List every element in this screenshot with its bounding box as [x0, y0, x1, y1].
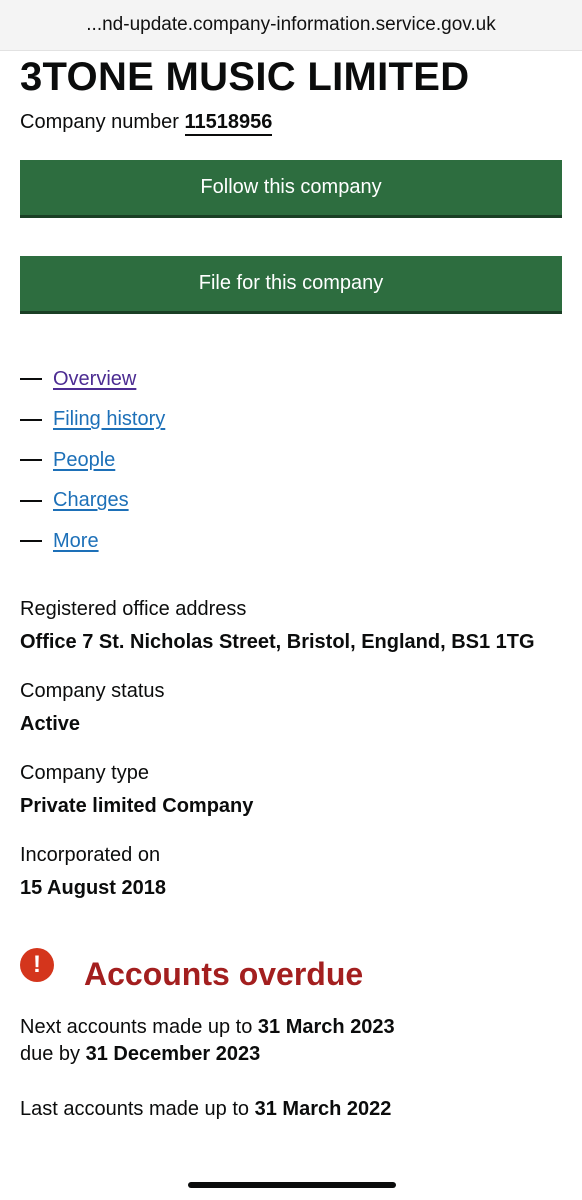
- nav-link-charges[interactable]: Charges: [53, 489, 129, 512]
- alert-title: Accounts overdue: [84, 955, 364, 992]
- company-nav: Overview Filing history People Charges M…: [20, 359, 562, 562]
- fact-value: Office 7 St. Nicholas Street, Bristol, E…: [20, 630, 535, 653]
- dash-icon: [20, 378, 42, 381]
- nav-link-filing-history[interactable]: Filing history: [53, 408, 165, 431]
- due-by-line: due by 31 December 2023: [20, 1041, 562, 1068]
- fact-company-status: Company status Active: [20, 678, 562, 737]
- url-text[interactable]: ...nd-update.company-information.service…: [86, 14, 495, 36]
- company-facts: Registered office address Office 7 St. N…: [20, 596, 562, 901]
- fact-label: Registered office address: [20, 597, 247, 620]
- dash-icon: [20, 459, 42, 462]
- nav-link-people[interactable]: People: [53, 449, 115, 472]
- last-accounts-date: 31 March 2022: [254, 1097, 392, 1120]
- file-for-company-button[interactable]: File for this company: [20, 256, 562, 311]
- nav-link-overview[interactable]: Overview: [53, 368, 136, 391]
- fact-registered-address: Registered office address Office 7 St. N…: [20, 596, 562, 655]
- fact-company-type: Company type Private limited Company: [20, 760, 562, 819]
- company-number-row: Company number 11518956: [20, 109, 562, 136]
- nav-item-more: More: [20, 521, 562, 562]
- dash-icon: [20, 499, 42, 502]
- company-number-label: Company number: [20, 111, 179, 133]
- last-accounts-line: Last accounts made up to 31 March 2022: [20, 1096, 562, 1123]
- browser-url-bar[interactable]: ...nd-update.company-information.service…: [0, 0, 582, 51]
- main-content: 3TONE MUSIC LIMITED Company number 11518…: [0, 55, 582, 1123]
- fact-value: Active: [20, 712, 81, 735]
- last-accounts-label: Last accounts made up to: [20, 1097, 250, 1120]
- accounts-overdue-alert: ! Accounts overdue: [20, 947, 562, 992]
- nav-item-filing-history: Filing history: [20, 400, 562, 441]
- nav-item-people: People: [20, 440, 562, 481]
- dash-icon: [20, 540, 42, 543]
- fact-label: Company status: [20, 679, 165, 702]
- follow-company-button[interactable]: Follow this company: [20, 160, 562, 215]
- due-by-label: due by: [20, 1042, 81, 1065]
- nav-item-charges: Charges: [20, 481, 562, 522]
- company-name: 3TONE MUSIC LIMITED: [20, 55, 470, 99]
- nav-item-overview: Overview: [20, 359, 562, 400]
- home-indicator[interactable]: [188, 1182, 396, 1188]
- warning-icon: !: [20, 947, 54, 982]
- next-accounts-date: 31 March 2023: [257, 1015, 395, 1038]
- fact-incorporated-on: Incorporated on 15 August 2018: [20, 842, 562, 901]
- fact-value: 15 August 2018: [20, 876, 166, 899]
- next-accounts-label: Next accounts made up to: [20, 1015, 253, 1038]
- fact-value: Private limited Company: [20, 794, 254, 817]
- dash-icon: [20, 418, 42, 421]
- next-accounts: Next accounts made up to 31 March 2023 d…: [20, 1014, 562, 1068]
- due-by-date: 31 December 2023: [85, 1042, 261, 1065]
- nav-link-more[interactable]: More: [53, 530, 99, 553]
- company-number-value: 11518956: [184, 111, 273, 136]
- fact-label: Incorporated on: [20, 843, 161, 866]
- fact-label: Company type: [20, 761, 149, 784]
- next-accounts-line: Next accounts made up to 31 March 2023: [20, 1014, 562, 1041]
